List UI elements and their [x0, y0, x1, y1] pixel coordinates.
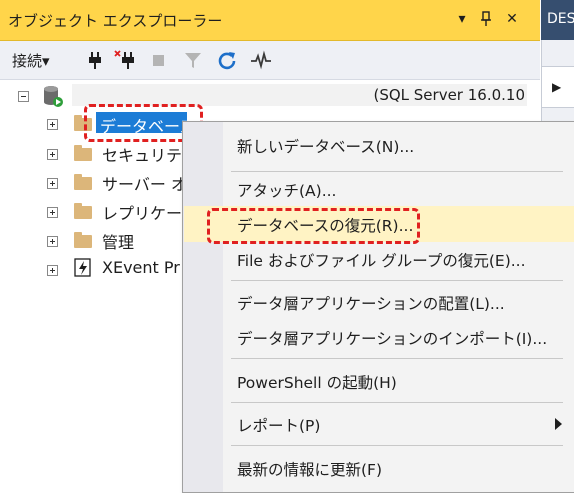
window-position-icon[interactable]: ▾ — [452, 9, 472, 29]
connect-dropdown-button[interactable]: 接続▾ — [12, 50, 50, 71]
menu-separator — [231, 358, 563, 359]
collapse-server-toggle[interactable] — [18, 91, 29, 102]
refresh-icon[interactable] — [216, 49, 238, 71]
object-explorer-toolbar: 接続▾ — [0, 41, 540, 80]
menu-separator — [231, 402, 563, 403]
menu-item-start-powershell[interactable]: PowerShell の起動(H) — [184, 363, 574, 399]
server-icon — [41, 84, 65, 112]
menu-separator — [231, 280, 563, 281]
folder-icon — [74, 145, 92, 161]
activity-monitor-icon[interactable] — [250, 49, 272, 71]
expand-management-toggle[interactable] — [47, 236, 58, 247]
folder-icon — [74, 232, 92, 248]
submenu-arrow-icon — [555, 418, 562, 430]
disconnect-plug-icon[interactable] — [114, 49, 136, 71]
expand-databases-toggle[interactable] — [47, 119, 58, 130]
tree-node-server-objects[interactable]: サーバー オ — [102, 171, 187, 195]
xevent-icon — [74, 258, 92, 282]
folder-icon — [74, 203, 92, 219]
menu-item-refresh[interactable]: 最新の情報に更新(F) — [184, 450, 574, 486]
menu-item-attach[interactable]: アタッチ(A)... — [184, 171, 574, 207]
highlight-restore-box — [207, 208, 420, 244]
server-node-label[interactable]: (SQL Server 16.0.10 — [72, 84, 527, 106]
expand-arrow-icon[interactable]: ▶ — [552, 80, 561, 94]
menu-item-import-data-tier[interactable]: データ層アプリケーションのインポート(I)... — [184, 319, 574, 355]
document-tab-label: DES — [547, 11, 574, 27]
menu-item-new-database[interactable]: 新しいデータベース(N)... — [184, 127, 574, 163]
folder-icon — [74, 174, 92, 190]
expand-replication-toggle[interactable] — [47, 207, 58, 218]
expand-security-toggle[interactable] — [47, 149, 58, 160]
context-menu: 新しいデータベース(N)... アタッチ(A)... データベースの復元(R).… — [182, 121, 574, 493]
tree-node-management[interactable]: 管理 — [102, 229, 134, 253]
pin-icon[interactable] — [476, 9, 496, 29]
filter-icon[interactable] — [182, 49, 204, 71]
menu-item-reports[interactable]: レポート(P) — [184, 406, 574, 442]
tree-node-xevent[interactable]: XEvent Pr — [102, 258, 180, 277]
close-icon[interactable]: ✕ — [502, 9, 522, 29]
connect-plug-icon[interactable] — [84, 49, 106, 71]
panel-title-bar: オブジェクト エクスプローラー ▾ ✕ — [0, 0, 540, 41]
expand-xevent-toggle[interactable] — [47, 265, 58, 276]
expand-server-objects-toggle[interactable] — [47, 178, 58, 189]
panel-title: オブジェクト エクスプローラー — [8, 12, 223, 30]
menu-separator — [231, 445, 563, 446]
document-tab[interactable]: DES — [541, 0, 574, 40]
menu-item-restore-file-groups[interactable]: File およびファイル グループの復元(E)... — [184, 241, 574, 277]
menu-item-deploy-data-tier[interactable]: データ層アプリケーションの配置(L)... — [184, 284, 574, 320]
stop-icon[interactable] — [148, 49, 170, 71]
